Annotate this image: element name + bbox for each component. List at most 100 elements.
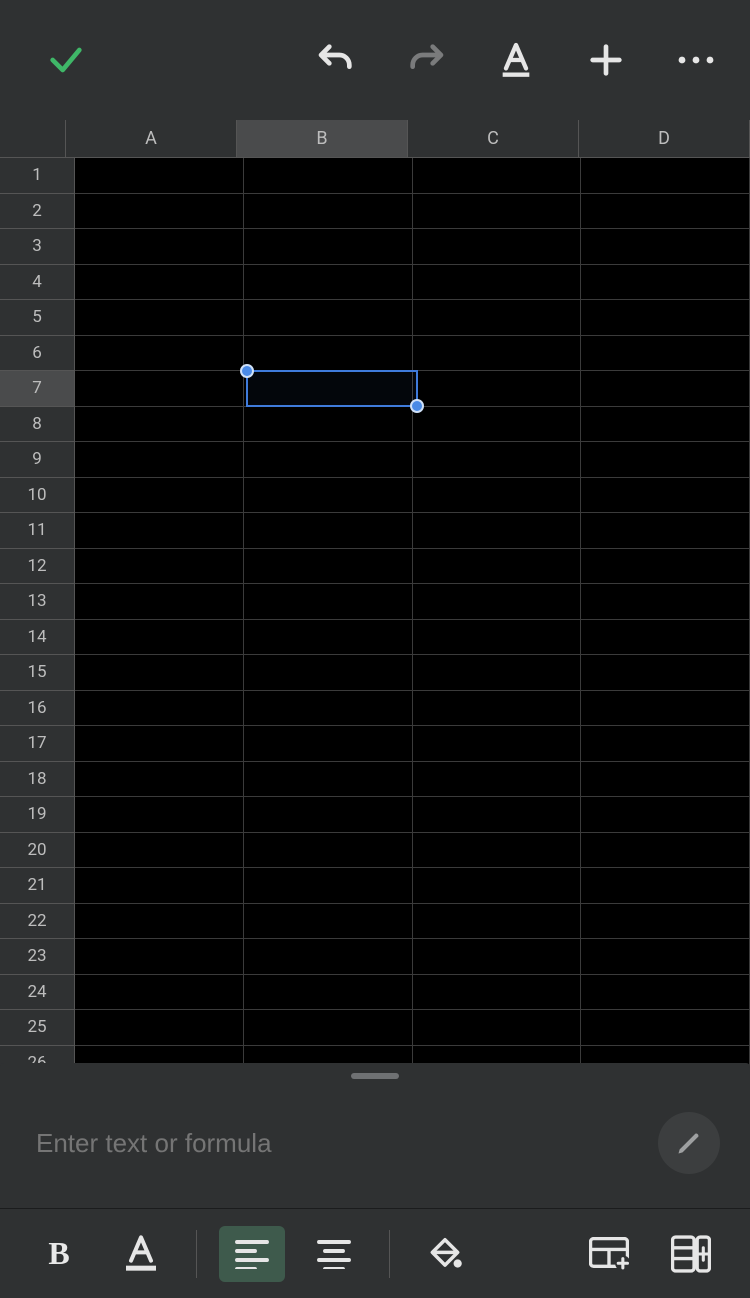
cell-C15[interactable] <box>413 655 582 691</box>
cell-C23[interactable] <box>413 939 582 975</box>
cell-A10[interactable] <box>75 478 244 514</box>
cell-B17[interactable] <box>244 726 413 762</box>
cell-C8[interactable] <box>413 407 582 443</box>
cell-B2[interactable] <box>244 194 413 230</box>
cell-D10[interactable] <box>581 478 750 514</box>
cell-D21[interactable] <box>581 868 750 904</box>
cell-B4[interactable] <box>244 265 413 301</box>
cell-A11[interactable] <box>75 513 244 549</box>
cell-B10[interactable] <box>244 478 413 514</box>
cell-C22[interactable] <box>413 904 582 940</box>
fill-color-button[interactable] <box>412 1226 478 1282</box>
cell-B18[interactable] <box>244 762 413 798</box>
row-header-1[interactable]: 1 <box>0 158 75 194</box>
cell-A15[interactable] <box>75 655 244 691</box>
cell-C25[interactable] <box>413 1010 582 1046</box>
cell-D8[interactable] <box>581 407 750 443</box>
insert-button[interactable] <box>658 1226 724 1282</box>
cell-D7[interactable] <box>581 371 750 407</box>
row-header-3[interactable]: 3 <box>0 229 75 265</box>
cell-A22[interactable] <box>75 904 244 940</box>
cell-C3[interactable] <box>413 229 582 265</box>
cell-B16[interactable] <box>244 691 413 727</box>
cell-B14[interactable] <box>244 620 413 656</box>
cell-B6[interactable] <box>244 336 413 372</box>
cell-D4[interactable] <box>581 265 750 301</box>
cell-C14[interactable] <box>413 620 582 656</box>
cell-B3[interactable] <box>244 229 413 265</box>
cell-D22[interactable] <box>581 904 750 940</box>
cell-A8[interactable] <box>75 407 244 443</box>
cell-B5[interactable] <box>244 300 413 336</box>
cell-A9[interactable] <box>75 442 244 478</box>
edit-button[interactable] <box>658 1112 720 1174</box>
cell-C18[interactable] <box>413 762 582 798</box>
row-header-2[interactable]: 2 <box>0 194 75 230</box>
row-header-14[interactable]: 14 <box>0 620 75 656</box>
column-header-B[interactable]: B <box>237 120 408 158</box>
confirm-button[interactable] <box>30 24 102 96</box>
cell-A12[interactable] <box>75 549 244 585</box>
align-left-button[interactable] <box>219 1226 285 1282</box>
row-header-18[interactable]: 18 <box>0 762 75 798</box>
row-header-11[interactable]: 11 <box>0 513 75 549</box>
cell-C6[interactable] <box>413 336 582 372</box>
cell-D6[interactable] <box>581 336 750 372</box>
more-button[interactable] <box>660 24 732 96</box>
cell-D1[interactable] <box>581 158 750 194</box>
cell-C12[interactable] <box>413 549 582 585</box>
cell-A21[interactable] <box>75 868 244 904</box>
redo-button[interactable] <box>390 24 462 96</box>
row-header-10[interactable]: 10 <box>0 478 75 514</box>
cell-A24[interactable] <box>75 975 244 1011</box>
cell-C13[interactable] <box>413 584 582 620</box>
cell-C11[interactable] <box>413 513 582 549</box>
cell-B24[interactable] <box>244 975 413 1011</box>
cell-D11[interactable] <box>581 513 750 549</box>
cell-C16[interactable] <box>413 691 582 727</box>
cell-C9[interactable] <box>413 442 582 478</box>
cell-B8[interactable] <box>244 407 413 443</box>
row-header-20[interactable]: 20 <box>0 833 75 869</box>
add-button[interactable] <box>570 24 642 96</box>
cell-C7[interactable] <box>413 371 582 407</box>
row-header-16[interactable]: 16 <box>0 691 75 727</box>
column-header-A[interactable]: A <box>66 120 237 158</box>
cell-D9[interactable] <box>581 442 750 478</box>
cell-A14[interactable] <box>75 620 244 656</box>
row-header-13[interactable]: 13 <box>0 584 75 620</box>
cell-B11[interactable] <box>244 513 413 549</box>
cell-D20[interactable] <box>581 833 750 869</box>
cell-C20[interactable] <box>413 833 582 869</box>
row-header-22[interactable]: 22 <box>0 904 75 940</box>
row-header-8[interactable]: 8 <box>0 407 75 443</box>
cell-C5[interactable] <box>413 300 582 336</box>
row-header-4[interactable]: 4 <box>0 265 75 301</box>
cell-D16[interactable] <box>581 691 750 727</box>
cell-B19[interactable] <box>244 797 413 833</box>
row-header-12[interactable]: 12 <box>0 549 75 585</box>
row-header-15[interactable]: 15 <box>0 655 75 691</box>
cell-C17[interactable] <box>413 726 582 762</box>
cell-A20[interactable] <box>75 833 244 869</box>
cell-C24[interactable] <box>413 975 582 1011</box>
cell-D3[interactable] <box>581 229 750 265</box>
cell-D17[interactable] <box>581 726 750 762</box>
cell-D24[interactable] <box>581 975 750 1011</box>
text-color-button[interactable] <box>108 1226 174 1282</box>
cell-A18[interactable] <box>75 762 244 798</box>
align-center-button[interactable] <box>301 1226 367 1282</box>
cell-C2[interactable] <box>413 194 582 230</box>
cell-A19[interactable] <box>75 797 244 833</box>
cell-D19[interactable] <box>581 797 750 833</box>
cell-B20[interactable] <box>244 833 413 869</box>
row-header-21[interactable]: 21 <box>0 868 75 904</box>
cell-C4[interactable] <box>413 265 582 301</box>
cell-B1[interactable] <box>244 158 413 194</box>
cell-A17[interactable] <box>75 726 244 762</box>
row-header-7[interactable]: 7 <box>0 371 75 407</box>
column-header-C[interactable]: C <box>408 120 579 158</box>
cell-A1[interactable] <box>75 158 244 194</box>
cell-D18[interactable] <box>581 762 750 798</box>
row-header-19[interactable]: 19 <box>0 797 75 833</box>
